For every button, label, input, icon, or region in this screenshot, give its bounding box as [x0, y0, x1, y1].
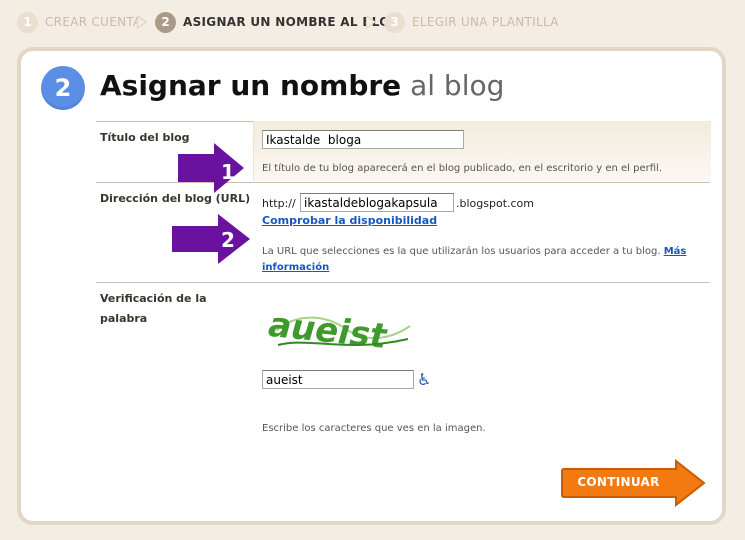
- step-number: 2: [155, 11, 176, 33]
- blog-url-input[interactable]: [300, 193, 454, 212]
- verify-input[interactable]: [262, 370, 414, 389]
- page-title-strong: Asignar un nombre: [100, 69, 402, 102]
- verify-label-line1: Verificación de la: [100, 292, 207, 305]
- verify-help: Escribe los caracteres que ves en la ima…: [262, 423, 486, 434]
- step-choose-template: 3 ELEGIR UNA PLANTILLA: [384, 11, 559, 33]
- blog-url-help-text: La URL que selecciones es la que utiliza…: [262, 246, 661, 257]
- step-separator-icon: [366, 15, 376, 29]
- verify-label-line2: palabra: [100, 312, 148, 325]
- wizard-steps: 1 CREAR CUENTA 2 ASIGNAR UN NOMBRE AL BL…: [0, 0, 745, 44]
- blog-title-input[interactable]: [262, 130, 464, 149]
- step-label: ELEGIR UNA PLANTILLA: [412, 15, 559, 29]
- step-badge: 2: [41, 66, 85, 110]
- url-suffix: .blogspot.com: [456, 197, 534, 210]
- step-number: 3: [384, 11, 405, 33]
- page-title-light: al blog: [410, 69, 505, 102]
- annotation-arrow-2: 2: [172, 214, 250, 264]
- check-availability-link[interactable]: Comprobar la disponibilidad: [262, 214, 437, 227]
- url-prefix: http://: [262, 197, 296, 210]
- page-title: Asignar un nombre al blog: [100, 68, 504, 104]
- accessibility-icon[interactable]: ♿: [417, 370, 431, 389]
- continue-label[interactable]: CONTINUAR: [561, 469, 676, 495]
- step-name-blog: 2 ASIGNAR UN NOMBRE AL BLOG: [155, 11, 400, 33]
- step-separator-icon: [137, 15, 147, 29]
- annotation-2-number: 2: [221, 228, 235, 252]
- captcha-image: aueist: [268, 305, 411, 357]
- annotation-arrow-1: 1: [178, 143, 244, 193]
- captcha-text: aueist: [268, 305, 392, 356]
- annotation-1-number: 1: [221, 160, 235, 184]
- blog-title-help: El título de tu blog aparecerá en el blo…: [262, 163, 662, 174]
- verify-label: Verificación de la palabra: [100, 289, 207, 329]
- step-label: CREAR CUENTA: [45, 15, 142, 29]
- step-number: 1: [17, 11, 38, 33]
- blog-url-help: La URL que selecciones es la que utiliza…: [262, 244, 692, 276]
- blog-title-label: Título del blog: [100, 131, 190, 144]
- form-panel: 2 Asignar un nombre al blog Título del b…: [17, 47, 726, 525]
- row-divider: [96, 282, 710, 283]
- step-create-account: 1 CREAR CUENTA: [17, 11, 142, 33]
